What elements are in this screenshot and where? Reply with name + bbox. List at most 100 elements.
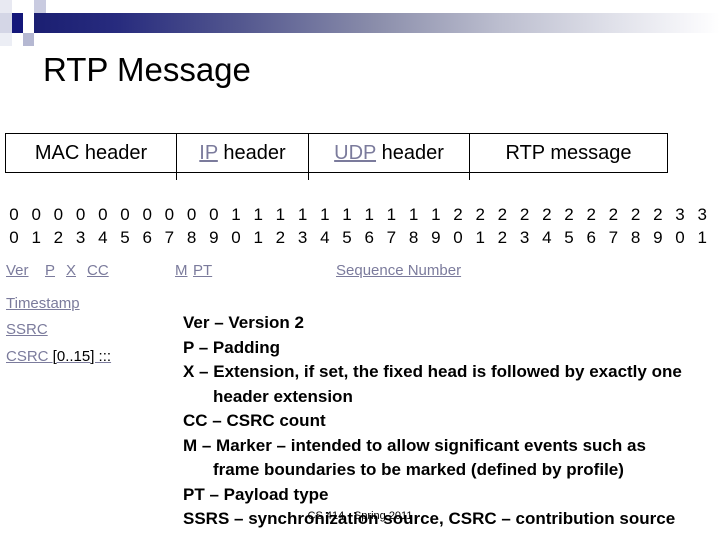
bit-digit-tens: 1 xyxy=(342,205,352,224)
field-label-sequence-number[interactable]: Sequence Number xyxy=(336,261,461,280)
header-decoration xyxy=(0,0,720,46)
bit-digit-tens: 0 xyxy=(164,205,175,224)
bit-column: 24 xyxy=(536,203,558,249)
bit-column: 08 xyxy=(181,203,203,249)
bit-digit-tens: 2 xyxy=(497,205,508,224)
stack-cell-label: header xyxy=(217,142,286,164)
bit-digit-tens: 1 xyxy=(320,205,330,224)
bit-column: 09 xyxy=(203,203,225,249)
bit-column: 22 xyxy=(491,203,513,249)
bit-digit-ones: 9 xyxy=(653,228,663,247)
field-label-csrc[interactable]: CSRC [0..15] ::: xyxy=(6,347,111,366)
bit-digit-tens: 0 xyxy=(120,205,130,224)
bit-digit-tens: 2 xyxy=(630,205,641,224)
csrc-range-text: [0..15] ::: xyxy=(48,348,112,365)
bit-digit-tens: 1 xyxy=(275,205,286,224)
bit-digit-ones: 0 xyxy=(9,228,19,247)
bit-column: 02 xyxy=(47,203,69,249)
bit-digit-ones: 5 xyxy=(564,228,574,247)
bit-digit-ones: 3 xyxy=(75,228,86,247)
bit-column: 31 xyxy=(691,203,713,249)
page-title: RTP Message xyxy=(43,51,251,88)
legend-line: Ver – Version 2 xyxy=(183,313,304,332)
bit-column: 15 xyxy=(336,203,358,249)
ip-link[interactable]: IP xyxy=(199,142,218,164)
csrc-link-text[interactable]: CSRC xyxy=(6,348,49,365)
bit-digit-ones: 7 xyxy=(164,228,175,247)
bit-digit-tens: 0 xyxy=(31,205,41,224)
bit-digit-tens: 2 xyxy=(542,205,552,224)
bit-column: 10 xyxy=(225,203,247,249)
bit-digit-tens: 0 xyxy=(9,205,19,224)
bit-digit-ones: 2 xyxy=(275,228,286,247)
bit-column: 27 xyxy=(602,203,624,249)
bit-column: 13 xyxy=(292,203,314,249)
bit-digit-ones: 8 xyxy=(186,228,197,247)
bit-column: 06 xyxy=(136,203,158,249)
legend-block: Ver – Version 2 P – Padding X – Extension,… xyxy=(183,311,703,532)
bit-digit-ones: 7 xyxy=(608,228,619,247)
bit-digit-ones: 9 xyxy=(209,228,219,247)
field-label-timestamp[interactable]: Timestamp xyxy=(6,294,80,313)
bit-digit-tens: 1 xyxy=(431,205,441,224)
bit-digit-tens: 2 xyxy=(519,205,530,224)
bit-digit-tens: 3 xyxy=(697,205,707,224)
bit-digit-ones: 1 xyxy=(31,228,41,247)
stack-cell-ip: IP header xyxy=(177,134,308,172)
legend-line: header extension xyxy=(213,386,353,406)
stack-cell-mac: MAC header xyxy=(6,134,176,172)
bit-column: 03 xyxy=(70,203,92,249)
bit-column: 11 xyxy=(247,203,269,249)
bit-digit-tens: 0 xyxy=(53,205,64,224)
bit-digit-tens: 0 xyxy=(98,205,108,224)
field-label-ver[interactable]: Ver xyxy=(6,261,29,280)
bit-column: 21 xyxy=(469,203,491,249)
field-label-x[interactable]: X xyxy=(66,261,76,280)
bit-digit-ones: 0 xyxy=(675,228,685,247)
bit-column: 29 xyxy=(647,203,669,249)
bit-digit-ones: 4 xyxy=(98,228,108,247)
udp-link[interactable]: UDP xyxy=(334,142,376,164)
bit-column: 28 xyxy=(625,203,647,249)
bit-column: 07 xyxy=(158,203,180,249)
protocol-stack-diagram: MAC header IP header UDP header RTP mess… xyxy=(5,133,668,180)
bit-digit-tens: 0 xyxy=(186,205,197,224)
field-label-cc[interactable]: CC xyxy=(87,261,109,280)
bit-column: 18 xyxy=(403,203,425,249)
bit-column: 16 xyxy=(358,203,380,249)
bit-digit-ones: 4 xyxy=(320,228,330,247)
bit-column: 12 xyxy=(269,203,291,249)
field-label-ssrc[interactable]: SSRC xyxy=(6,320,48,339)
stack-cell-label: RTP message xyxy=(505,142,632,164)
bit-digit-ones: 6 xyxy=(586,228,596,247)
field-label-m[interactable]: M xyxy=(175,261,188,280)
deco-square xyxy=(23,33,34,46)
bit-digit-tens: 1 xyxy=(408,205,419,224)
bit-digit-ones: 6 xyxy=(364,228,374,247)
bit-digit-ones: 4 xyxy=(542,228,552,247)
bit-digit-tens: 2 xyxy=(608,205,619,224)
bit-digit-ones: 1 xyxy=(475,228,485,247)
bit-digit-ones: 8 xyxy=(630,228,641,247)
deco-square xyxy=(12,0,23,13)
legend-line: P – Padding xyxy=(183,337,280,357)
header-gradient-bar xyxy=(34,13,720,33)
bit-digit-ones: 7 xyxy=(386,228,397,247)
bit-column: 05 xyxy=(114,203,136,249)
bit-column: 25 xyxy=(558,203,580,249)
bit-column: 30 xyxy=(669,203,691,249)
bit-digit-ones: 2 xyxy=(497,228,508,247)
bit-digit-tens: 2 xyxy=(453,205,463,224)
bit-digit-ones: 5 xyxy=(342,228,352,247)
legend-line: X – Extension, if set, the fixed head is… xyxy=(183,362,682,381)
bit-digit-ones: 3 xyxy=(297,228,308,247)
deco-square xyxy=(34,33,46,39)
stack-cell-rtp: RTP message xyxy=(470,134,667,172)
bit-digit-ones: 0 xyxy=(231,228,241,247)
bit-column: 04 xyxy=(92,203,114,249)
bit-column: 14 xyxy=(314,203,336,249)
bit-column: 26 xyxy=(580,203,602,249)
field-label-pt[interactable]: PT xyxy=(193,261,212,280)
field-label-p[interactable]: P xyxy=(45,261,55,280)
bit-digit-tens: 1 xyxy=(297,205,308,224)
